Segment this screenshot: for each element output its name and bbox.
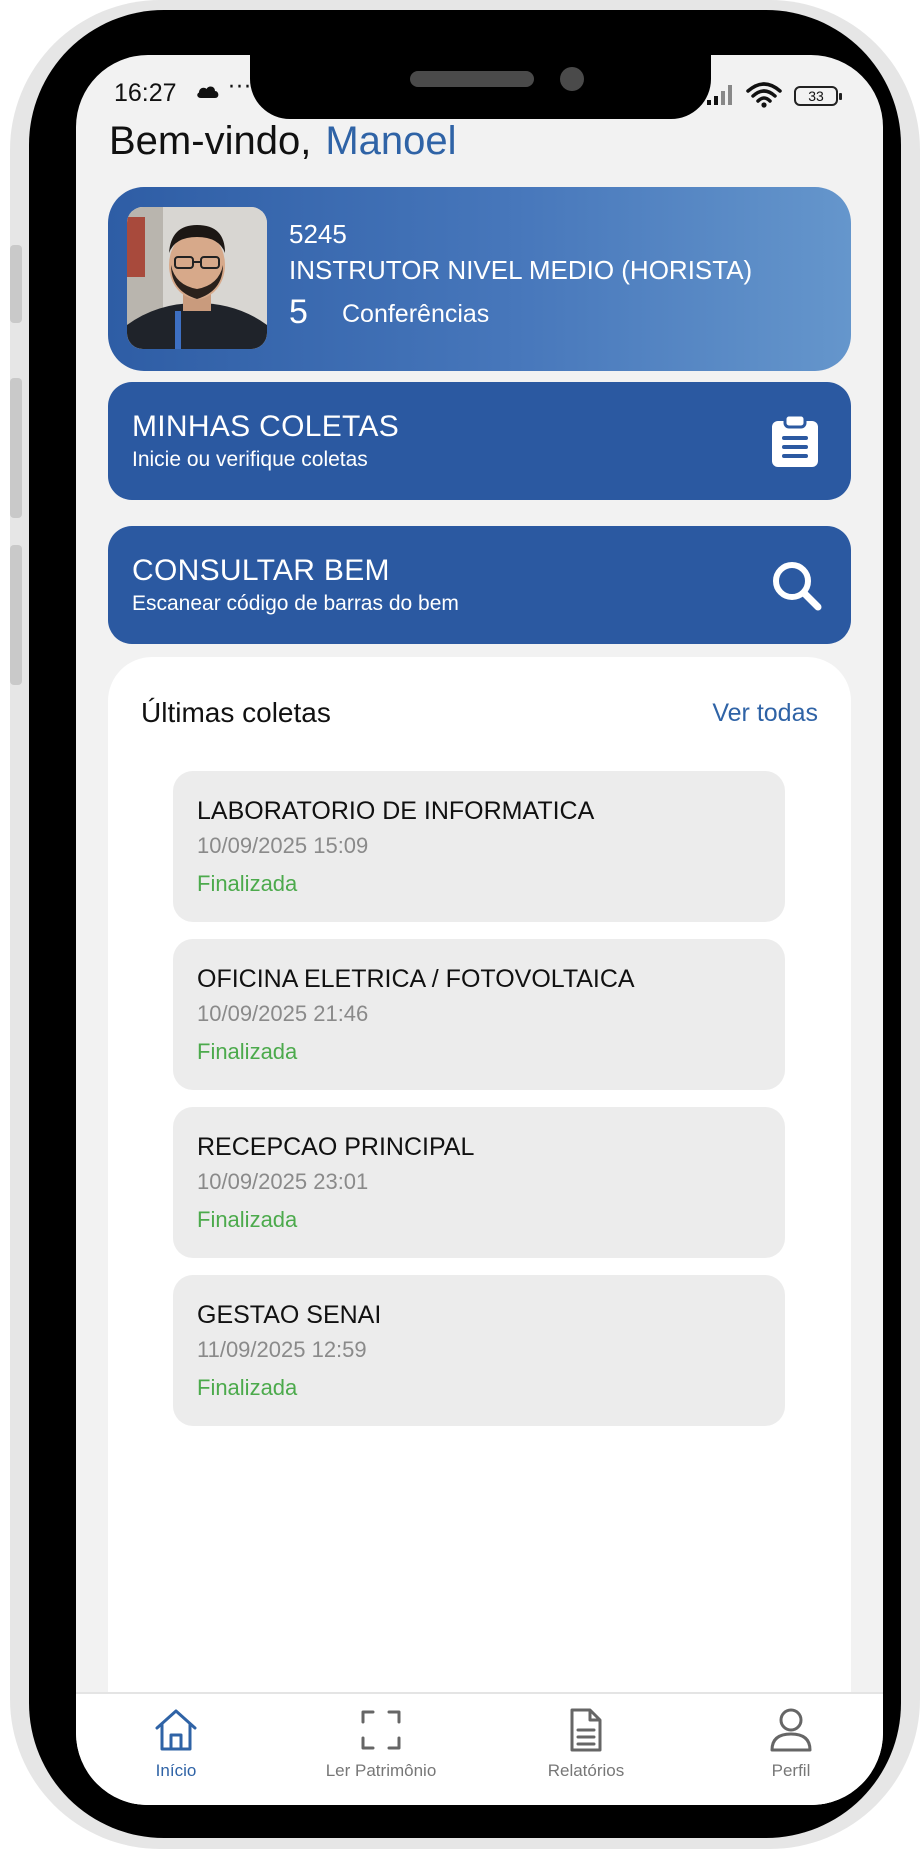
check-asset-button[interactable]: CONSULTAR BEM Escanear código de barras … xyxy=(108,526,851,644)
conference-count: 5 xyxy=(289,293,308,331)
recent-collections-panel: Últimas coletas Ver todas LABORATORIO DE… xyxy=(108,657,851,1805)
profile-id: 5245 xyxy=(289,219,347,249)
user-name: Manoel xyxy=(325,119,457,163)
home-icon xyxy=(155,1709,197,1751)
welcome-header: Bem-vindo, Manoel xyxy=(109,119,457,164)
item-name: OFICINA ELETRICA / FOTOVOLTAICA xyxy=(197,965,635,993)
action-title: MINHAS COLETAS xyxy=(132,410,400,443)
status-time: 16:27 xyxy=(114,79,177,107)
signal-icon xyxy=(707,85,732,105)
item-name: GESTAO SENAI xyxy=(197,1301,382,1329)
scan-icon xyxy=(361,1710,401,1750)
action-subtitle: Escanear código de barras do bem xyxy=(132,592,459,615)
battery-indicator: 33 xyxy=(794,86,842,106)
list-item[interactable]: OFICINA ELETRICA / FOTOVOLTAICA 10/09/20… xyxy=(173,939,785,1090)
speaker-grille xyxy=(410,71,534,87)
recent-collections-list: LABORATORIO DE INFORMATICA 10/09/2025 15… xyxy=(173,771,785,1443)
item-name: RECEPCAO PRINCIPAL xyxy=(197,1133,475,1161)
item-date: 10/09/2025 15:09 xyxy=(197,833,369,858)
nav-label: Relatórios xyxy=(547,1761,625,1780)
status-more-dots: ··· xyxy=(228,75,252,100)
recent-collections-title: Últimas coletas xyxy=(141,697,331,728)
app-screen: 16:27 ··· 33 Bem-vindo, Manoel 5245 INST… xyxy=(76,55,883,1805)
item-name: LABORATORIO DE INFORMATICA xyxy=(197,797,595,825)
search-icon xyxy=(773,562,822,611)
front-camera xyxy=(560,67,584,91)
clipboard-icon xyxy=(772,414,818,467)
volume-down-button xyxy=(10,545,22,685)
list-item[interactable]: GESTAO SENAI 11/09/2025 12:59 Finalizada xyxy=(173,1275,785,1426)
camera-notch xyxy=(250,55,711,119)
nav-label: Perfil xyxy=(771,1761,811,1780)
action-title: CONSULTAR BEM xyxy=(132,554,390,587)
volume-up-button xyxy=(10,378,22,518)
profile-card[interactable]: 5245 INSTRUTOR NIVEL MEDIO (HORISTA) 5 C… xyxy=(108,187,851,371)
nav-label: Início xyxy=(155,1761,197,1780)
nav-tab-scan[interactable]: Ler Patrimônio xyxy=(281,1694,481,1805)
item-date: 10/09/2025 23:01 xyxy=(197,1169,369,1194)
list-item[interactable]: LABORATORIO DE INFORMATICA 10/09/2025 15… xyxy=(173,771,785,922)
user-icon xyxy=(770,1708,812,1752)
action-subtitle: Inicie ou verifique coletas xyxy=(132,448,368,471)
item-date: 10/09/2025 21:46 xyxy=(197,1001,369,1026)
profile-role: INSTRUTOR NIVEL MEDIO (HORISTA) xyxy=(289,255,753,285)
conference-count-label: Conferências xyxy=(342,300,490,328)
avatar-photo xyxy=(127,207,267,349)
cloud-icon xyxy=(197,86,219,98)
nav-tab-reports[interactable]: Relatórios xyxy=(486,1694,686,1805)
document-icon xyxy=(570,1708,602,1752)
avatar xyxy=(127,207,267,349)
item-date: 11/09/2025 12:59 xyxy=(197,1337,367,1362)
status-badge: Finalizada xyxy=(197,1375,298,1400)
nav-tab-home[interactable]: Início xyxy=(76,1694,276,1805)
side-button xyxy=(10,245,22,323)
my-collections-button[interactable]: MINHAS COLETAS Inicie ou verifique colet… xyxy=(108,382,851,500)
status-badge: Finalizada xyxy=(197,1207,298,1232)
phone-frame: 16:27 ··· 33 Bem-vindo, Manoel 5245 INST… xyxy=(10,0,920,1849)
list-item[interactable]: RECEPCAO PRINCIPAL 10/09/2025 23:01 Fina… xyxy=(173,1107,785,1258)
nav-label: Ler Patrimônio xyxy=(325,1761,437,1780)
status-badge: Finalizada xyxy=(197,1039,298,1064)
status-badge: Finalizada xyxy=(197,871,298,896)
see-all-link[interactable]: Ver todas xyxy=(712,699,818,728)
greeting-text: Bem-vindo, xyxy=(109,119,312,163)
bottom-navigation: Início Ler Patrimônio Relatórios Perfil xyxy=(76,1692,883,1805)
nav-tab-profile[interactable]: Perfil xyxy=(691,1694,883,1805)
wifi-icon xyxy=(746,82,782,108)
